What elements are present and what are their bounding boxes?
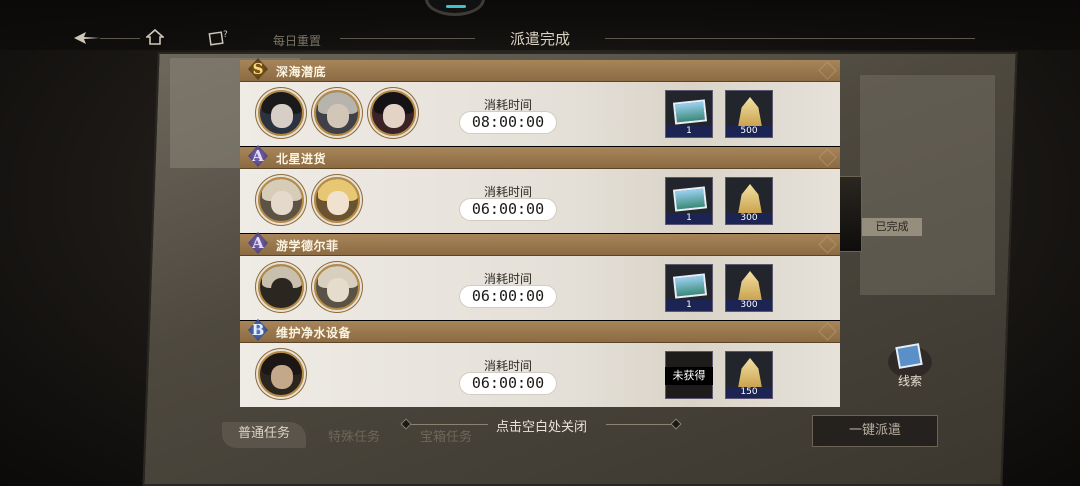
completed-tag: 已完成	[862, 218, 922, 236]
daily-reset-label: 每日重置	[273, 34, 322, 48]
mission-body: 消耗时间 08:00:00 1 500	[240, 82, 840, 146]
agent-avatar	[258, 90, 304, 136]
top-divider	[100, 38, 140, 39]
hint-divider	[606, 424, 676, 425]
agent-avatar	[314, 90, 360, 136]
reward-count: 1	[666, 213, 712, 224]
reward-item[interactable]: 300	[725, 177, 773, 225]
grade-badge: B	[248, 319, 268, 341]
mission-body: 消耗时间 06:00:00 1 300	[240, 169, 840, 233]
reward-count: 1	[666, 126, 712, 137]
mission-card: S 深海潜底 消耗时间 08:00:00 1 500	[240, 58, 840, 146]
gold-icon	[738, 184, 762, 214]
reward-count: 1	[666, 300, 712, 311]
corner-ornament-icon	[818, 61, 837, 80]
reward-item[interactable]: 1	[665, 264, 713, 312]
mission-header: B 维护净水设备	[240, 319, 840, 343]
time-cost-value: 06:00:00	[460, 373, 556, 394]
pinned-map	[860, 75, 995, 295]
reward-item[interactable]: 1	[665, 177, 713, 225]
mission-name: 游学德尔菲	[276, 239, 339, 253]
tab-special-missions[interactable]: 特殊任务	[328, 426, 380, 445]
time-cost-label: 消耗时间	[483, 185, 532, 199]
time-cost-label: 消耗时间	[483, 98, 532, 112]
mission-card: A 北星进货 消耗时间 06:00:00 1 300	[240, 145, 840, 233]
gold-icon	[738, 271, 762, 301]
grade-badge: S	[248, 58, 268, 80]
top-divider	[605, 38, 975, 39]
agent-avatar	[314, 177, 360, 223]
gold-icon	[738, 358, 762, 388]
agent-avatar	[258, 351, 304, 397]
agent-avatar	[258, 264, 304, 310]
photo-icon	[672, 99, 708, 125]
reward-item[interactable]: 150	[725, 351, 773, 399]
corner-ornament-icon	[818, 235, 837, 254]
page-title: 派遣完成	[509, 30, 570, 48]
mission-header: A 游学德尔菲	[240, 232, 840, 256]
home-icon[interactable]	[146, 28, 164, 46]
back-arrow-icon[interactable]	[72, 30, 102, 46]
hint-divider	[408, 424, 488, 425]
mission-header: A 北星进货	[240, 145, 840, 169]
dispatch-result-dialog: S 深海潜底 消耗时间 08:00:00 1 500 A 北星进货 消耗时间 0…	[240, 58, 840, 407]
reward-count: 500	[726, 126, 772, 137]
not-obtained-label: 未获得	[665, 367, 713, 385]
tab-normal-missions[interactable]: 普通任务	[222, 422, 306, 448]
tab-chest-missions[interactable]: 宝箱任务	[420, 426, 472, 445]
svg-text:?: ?	[223, 30, 228, 40]
grade-badge: A	[248, 145, 268, 167]
time-cost-value: 06:00:00	[460, 286, 556, 307]
clue-label[interactable]: 线索	[898, 372, 922, 389]
corner-ornament-icon	[818, 322, 837, 341]
help-icon[interactable]: ?	[208, 28, 230, 46]
one-click-dispatch-button[interactable]: 一键派遣	[812, 415, 938, 447]
top-emblem	[425, 0, 485, 16]
mission-header: S 深海潜底	[240, 58, 840, 82]
time-cost-value: 06:00:00	[460, 199, 556, 220]
close-hint: 点击空白处关闭	[496, 420, 588, 435]
mission-body: 消耗时间 06:00:00 1 300	[240, 256, 840, 320]
reward-count: 300	[726, 300, 772, 311]
photo-icon	[672, 273, 708, 299]
mission-name: 深海潜底	[276, 65, 327, 79]
reward-item[interactable]: 300	[725, 264, 773, 312]
top-bar: ? 每日重置 派遣完成	[0, 0, 1080, 50]
top-divider	[340, 38, 475, 39]
mission-card: A 游学德尔菲 消耗时间 06:00:00 1 300	[240, 232, 840, 320]
time-cost-label: 消耗时间	[483, 359, 532, 373]
mission-name: 北星进货	[276, 152, 327, 166]
mission-card: B 维护净水设备 消耗时间 06:00:00 未获得 150	[240, 319, 840, 407]
reward-item[interactable]: 1	[665, 90, 713, 138]
agent-avatar	[258, 177, 304, 223]
time-cost-value: 08:00:00	[460, 112, 556, 133]
photo-icon	[672, 186, 708, 212]
reward-count: 300	[726, 213, 772, 224]
gold-icon	[738, 97, 762, 127]
grade-badge: A	[248, 232, 268, 254]
agent-avatar	[314, 264, 360, 310]
reward-item[interactable]: 500	[725, 90, 773, 138]
agent-avatar	[370, 90, 416, 136]
time-cost-label: 消耗时间	[483, 272, 532, 286]
reward-count: 150	[726, 387, 772, 398]
corner-ornament-icon	[818, 148, 837, 167]
mission-body: 消耗时间 06:00:00 未获得 150	[240, 343, 840, 407]
mission-name: 维护净水设备	[276, 326, 352, 340]
